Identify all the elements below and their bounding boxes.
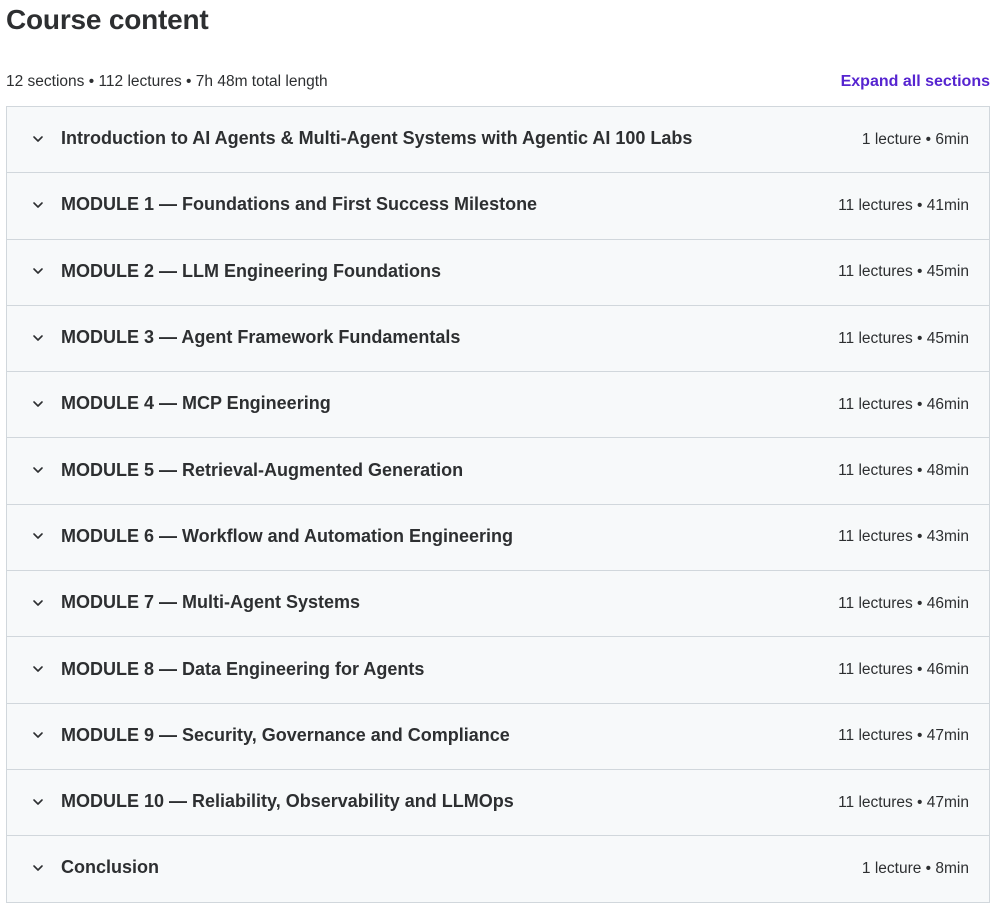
course-content-panel: Course content 12 sections • 112 lecture… xyxy=(0,0,999,910)
section-title: MODULE 2 — LLM Engineering Foundations xyxy=(61,260,441,281)
chevron-down-icon xyxy=(31,331,45,345)
section-row[interactable]: MODULE 1 — Foundations and First Success… xyxy=(7,173,989,240)
chevron-down-icon xyxy=(31,728,45,742)
course-summary: 12 sections • 112 lectures • 7h 48m tota… xyxy=(6,73,328,90)
section-title: MODULE 9 — Security, Governance and Comp… xyxy=(61,724,510,745)
chevron-down-icon xyxy=(31,132,45,146)
section-meta: 11 lectures • 43min xyxy=(838,528,969,546)
course-summary-row: 12 sections • 112 lectures • 7h 48m tota… xyxy=(6,71,990,93)
sections-accordion: Introduction to AI Agents & Multi-Agent … xyxy=(6,106,990,903)
section-row[interactable]: MODULE 6 — Workflow and Automation Engin… xyxy=(7,504,989,572)
section-title: MODULE 4 — MCP Engineering xyxy=(61,393,331,414)
section-meta: 11 lectures • 45min xyxy=(838,329,969,347)
section-row[interactable]: MODULE 3 — Agent Framework Fundamentals 1… xyxy=(7,305,989,373)
section-title: Conclusion xyxy=(61,857,159,878)
section-title: MODULE 6 — Workflow and Automation Engin… xyxy=(61,525,514,546)
section-meta: 11 lectures • 47min xyxy=(838,793,969,811)
section-meta: 11 lectures • 46min xyxy=(838,661,969,679)
section-row[interactable]: MODULE 7 — Multi-Agent Systems 11 lecture… xyxy=(7,571,989,638)
section-meta: 1 lecture • 6min xyxy=(861,130,969,148)
section-meta: 11 lectures • 41min xyxy=(838,196,969,214)
section-title: MODULE 8 — Data Engineering for Agents xyxy=(61,658,425,679)
chevron-down-icon xyxy=(31,463,45,477)
chevron-down-icon xyxy=(31,795,45,809)
section-row[interactable]: MODULE 8 — Data Engineering for Agents 11… xyxy=(7,637,989,704)
section-meta: 11 lectures • 48min xyxy=(838,462,969,480)
section-row[interactable]: Conclusion 1 lecture • 8min xyxy=(7,836,989,903)
chevron-down-icon xyxy=(31,662,45,676)
section-title: MODULE 5 — Retrieval-Augmented Generatio… xyxy=(61,459,464,480)
section-row[interactable]: MODULE 9 — Security, Governance and Comp… xyxy=(7,703,989,770)
chevron-down-icon xyxy=(31,397,45,411)
section-row[interactable]: Introduction to AI Agents & Multi-Agent … xyxy=(7,107,989,174)
section-row[interactable]: MODULE 5 — Retrieval-Augmented Generatio… xyxy=(7,438,989,505)
section-meta: 1 lecture • 8min xyxy=(861,859,969,877)
section-meta: 11 lectures • 47min xyxy=(838,727,969,745)
chevron-down-icon xyxy=(31,198,45,212)
chevron-down-icon xyxy=(31,861,45,875)
section-title: MODULE 10 — Reliability, Observability a… xyxy=(61,791,514,812)
chevron-down-icon xyxy=(31,264,45,278)
expand-all-sections-button[interactable]: Expand all sections xyxy=(841,73,990,91)
section-title: MODULE 7 — Multi-Agent Systems xyxy=(61,592,361,613)
chevron-down-icon xyxy=(31,529,45,543)
section-meta: 11 lectures • 46min xyxy=(838,395,969,413)
page-title: Course content xyxy=(6,4,209,35)
section-title: MODULE 3 — Agent Framework Fundamentals xyxy=(61,327,461,348)
section-title: MODULE 1 — Foundations and First Success… xyxy=(61,194,538,215)
section-row[interactable]: MODULE 2 — LLM Engineering Foundations 11… xyxy=(7,239,989,306)
section-row[interactable]: MODULE 10 — Reliability, Observability a… xyxy=(7,769,989,837)
section-meta: 11 lectures • 46min xyxy=(838,594,969,612)
section-meta: 11 lectures • 45min xyxy=(838,263,969,281)
section-title: Introduction to AI Agents & Multi-Agent … xyxy=(61,128,693,149)
section-row[interactable]: MODULE 4 — MCP Engineering 11 lectures • … xyxy=(7,372,989,439)
chevron-down-icon xyxy=(31,596,45,610)
